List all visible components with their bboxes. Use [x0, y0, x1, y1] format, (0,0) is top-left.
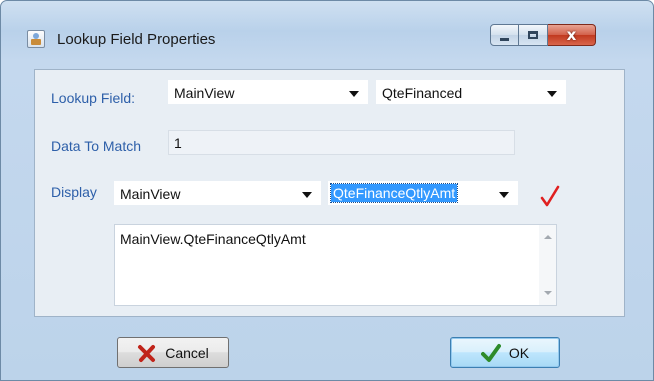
checkmark-icon: [540, 185, 560, 207]
maximize-icon: [528, 31, 538, 39]
data-to-match-label: Data To Match: [51, 138, 142, 154]
data-to-match-value: 1: [174, 135, 182, 151]
close-icon: x: [566, 26, 577, 44]
chevron-down-icon[interactable]: [302, 192, 312, 198]
chevron-down-icon[interactable]: [547, 91, 557, 97]
vertical-scrollbar[interactable]: [539, 225, 556, 305]
display-field-value: QteFinanceQtlyAmt: [329, 183, 459, 203]
minimize-icon: [500, 37, 509, 41]
cancel-label: Cancel: [165, 344, 209, 361]
display-view-value: MainView: [120, 186, 181, 202]
cancel-x-icon: [138, 344, 156, 362]
ok-label: OK: [508, 344, 530, 361]
lookup-field-label: Lookup Field:: [51, 90, 136, 106]
data-to-match-input[interactable]: 1: [168, 130, 515, 155]
close-button[interactable]: x: [548, 24, 596, 46]
ok-button[interactable]: OK: [450, 337, 560, 368]
minimize-button[interactable]: [490, 24, 519, 46]
lookup-field-select[interactable]: QteFinanced: [376, 80, 566, 104]
app-icon: [27, 30, 45, 48]
lookup-field-properties-window: Lookup Field Properties x Lookup Field: …: [0, 0, 654, 381]
display-label: Display: [51, 184, 97, 200]
window-caption-buttons: x: [490, 24, 596, 46]
maximize-button[interactable]: [519, 24, 548, 46]
window-title: Lookup Field Properties: [57, 31, 216, 48]
lookup-field-value: QteFinanced: [382, 85, 463, 101]
display-field-select[interactable]: QteFinanceQtlyAmt: [328, 181, 518, 205]
lookup-view-select[interactable]: MainView: [168, 80, 368, 104]
expression-text: MainView.QteFinanceQtlyAmt: [120, 231, 306, 247]
chevron-down-icon[interactable]: [349, 91, 359, 97]
display-view-select[interactable]: MainView: [114, 181, 321, 205]
cancel-button[interactable]: Cancel: [117, 337, 229, 368]
ok-check-icon: [480, 343, 501, 362]
scroll-up-icon[interactable]: [544, 235, 552, 239]
lookup-view-value: MainView: [174, 85, 235, 101]
expression-textarea[interactable]: MainView.QteFinanceQtlyAmt: [114, 224, 557, 306]
scroll-down-icon[interactable]: [544, 291, 552, 295]
chevron-down-icon[interactable]: [499, 192, 509, 198]
